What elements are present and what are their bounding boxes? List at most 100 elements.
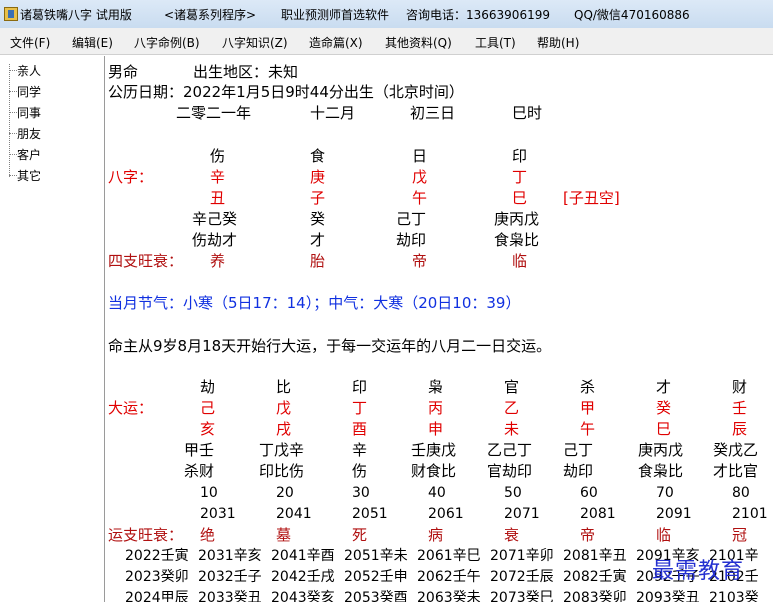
pillar-branch: 丑: [210, 189, 226, 207]
liunian-cell: 2042壬戌: [271, 569, 335, 585]
birth-place: 出生地区：未知: [193, 63, 299, 81]
menu-help[interactable]: 帮助(H): [537, 34, 579, 51]
liunian-cell: 2033癸丑: [198, 590, 262, 602]
dayun-year: 2071: [504, 506, 540, 522]
dayun-god: 劫: [200, 378, 216, 396]
dayun-hidden: 己丁: [563, 441, 594, 459]
hidden-gods: 食枭比: [494, 231, 540, 249]
liunian-cell: 2062壬午: [417, 569, 481, 585]
dayun-stem: 丙: [428, 399, 444, 417]
kong-label: [子丑空]: [563, 189, 620, 207]
dayun-note: 命主从9岁8月18天开始行大运，于每一交运年的八月二一日交运。: [108, 337, 552, 355]
dayun-age: 30: [352, 485, 370, 501]
liunian-cell: 2052壬申: [344, 569, 408, 585]
series-label: <诸葛系列程序>: [164, 8, 257, 22]
dayun-god: 杀: [580, 378, 596, 396]
pillar-state: 帝: [412, 252, 428, 270]
dayun-branch: 亥: [200, 420, 216, 438]
liunian-cell: 2083癸卯: [563, 590, 627, 602]
tree-line: [9, 64, 10, 177]
liunian-cell: 2041辛酉: [271, 548, 335, 564]
phone-label: 咨询电话：13663906199: [406, 8, 550, 22]
pillar-stem: 辛: [210, 168, 226, 186]
liunian-cell: 2024甲辰: [125, 590, 189, 602]
dayun-hidden: 辛: [352, 441, 368, 459]
liunian-cell: 2061辛巳: [417, 548, 481, 564]
title-bar: 诸葛铁嘴八字 试用版 <诸葛系列程序> 职业预测师首选软件 咨询电话：13663…: [0, 0, 773, 28]
dayun-state: 衰: [504, 526, 520, 544]
liunian-cell: 2063癸未: [417, 590, 481, 602]
dayun-state: 临: [656, 526, 672, 544]
pillar-stem: 戊: [412, 168, 428, 186]
gender: 男命: [108, 63, 139, 81]
dayun-hidden-gods: 才比官: [713, 462, 759, 480]
dayun-stem: 丁: [352, 399, 368, 417]
dayun-branch: 未: [504, 420, 520, 438]
dayun-age: 10: [200, 485, 218, 501]
dayun-age: 20: [276, 485, 294, 501]
pillar-stem: 丁: [512, 168, 528, 186]
dayun-hidden-gods: 食枭比: [638, 462, 684, 480]
liunian-cell: 2081辛丑: [563, 548, 627, 564]
dayun-god: 枭: [428, 378, 444, 396]
liunian-cell: 2053癸酉: [344, 590, 408, 602]
menu-bar: 文件(F) 编辑(E) 八字命例(B) 八字知识(Z) 造命篇(X) 其他资料(…: [0, 28, 773, 55]
dayun-hidden-gods: 杀财: [184, 462, 215, 480]
dayun-state-label: 运支旺衰：: [108, 526, 184, 544]
dayun-age: 70: [656, 485, 674, 501]
dayun-god: 财: [732, 378, 748, 396]
bazi-label: 八字：: [108, 168, 154, 186]
dayun-year: 2031: [200, 506, 236, 522]
pillar-god: 伤: [210, 147, 226, 165]
pillar-god: 食: [310, 147, 326, 165]
dayun-age: 60: [580, 485, 598, 501]
app-icon: [4, 7, 18, 21]
dayun-hidden-gods: 印比伤: [259, 462, 305, 480]
lunar-hour: 巳时: [512, 104, 543, 122]
dayun-year: 2051: [352, 506, 388, 522]
liunian-cell: 2051辛未: [344, 548, 408, 564]
dayun-stem: 甲: [580, 399, 596, 417]
menu-zaoming[interactable]: 造命篇(X): [309, 34, 363, 51]
dayun-hidden-gods: 财食比: [411, 462, 457, 480]
liunian-cell: 2023癸卯: [125, 569, 189, 585]
dayun-stem: 戊: [276, 399, 292, 417]
pillar-god: 印: [512, 147, 528, 165]
dayun-state: 死: [352, 526, 368, 544]
hidden-gods: 才: [310, 231, 326, 249]
hidden-stems: 己丁: [396, 210, 427, 228]
menu-file[interactable]: 文件(F): [10, 34, 50, 51]
menu-other[interactable]: 其他资料(Q): [385, 34, 452, 51]
menu-bazi-knowledge[interactable]: 八字知识(Z): [222, 34, 288, 51]
dayun-state: 绝: [200, 526, 216, 544]
hidden-gods: 劫印: [396, 231, 427, 249]
dayun-year: 2041: [276, 506, 312, 522]
dayun-branch: 巳: [656, 420, 672, 438]
dayun-branch: 午: [580, 420, 596, 438]
pillar-god: 日: [412, 147, 428, 165]
dayun-hidden: 乙己丁: [487, 441, 533, 459]
dayun-age: 80: [732, 485, 750, 501]
dayun-label: 大运：: [108, 399, 154, 417]
pillar-branch: 午: [412, 189, 428, 207]
bazi-chart-panel[interactable]: 男命 出生地区：未知 公历日期：2022年1月5日9时44分出生（北京时间） 二…: [106, 56, 773, 602]
liunian-cell: 2103癸: [709, 590, 759, 602]
menu-bazi-cases[interactable]: 八字命例(B): [134, 34, 200, 51]
dayun-year: 2081: [580, 506, 616, 522]
liunian-cell: 2073癸巳: [490, 590, 554, 602]
menu-edit[interactable]: 编辑(E): [72, 34, 113, 51]
pillar-state: 临: [512, 252, 528, 270]
dayun-state: 冠: [732, 526, 748, 544]
menu-tools[interactable]: 工具(T): [475, 34, 516, 51]
dayun-state: 墓: [276, 526, 292, 544]
hidden-stems: 癸: [310, 210, 326, 228]
lunar-day: 初三日: [410, 104, 456, 122]
dayun-year: 2101: [732, 506, 768, 522]
liunian-cell: 2071辛卯: [490, 548, 554, 564]
liunian-cell: 2032壬子: [198, 569, 262, 585]
dayun-hidden: 癸戊乙: [713, 441, 759, 459]
pillar-state: 养: [210, 252, 226, 270]
dayun-god: 比: [276, 378, 292, 396]
contact-tree: 亲人 同学 同事 朋友 客户 其它: [0, 56, 105, 602]
liunian-cell: 2082壬寅: [563, 569, 627, 585]
